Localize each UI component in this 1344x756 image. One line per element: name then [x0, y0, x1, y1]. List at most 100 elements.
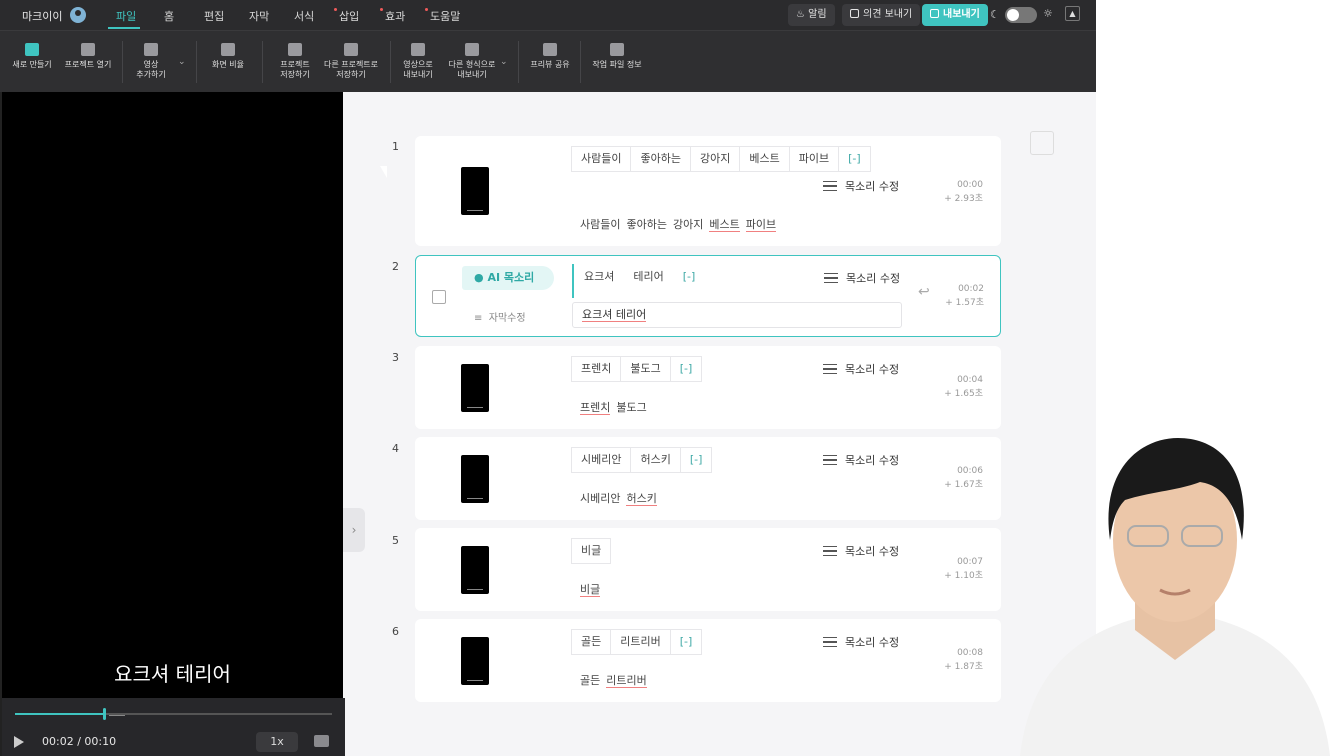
subtitle-word: 불도그	[616, 401, 647, 414]
word-chip[interactable]: 강아지	[689, 146, 741, 172]
scene-thumbnail[interactable]	[461, 546, 489, 594]
subtitle-text: 요크셔 테리어	[582, 308, 647, 322]
save-as-label: 다른 프로젝트로 저장하기	[323, 60, 379, 79]
word-chip[interactable]: 리트리버	[610, 629, 671, 655]
preview-subtitle: 요크셔 테리어	[114, 662, 231, 686]
preview-share-button[interactable]: 프리뷰 공유	[528, 43, 572, 70]
pause-chip[interactable]: [-]	[669, 629, 703, 655]
scene-thumbnail[interactable]	[461, 364, 489, 412]
word-chip[interactable]: 골든	[571, 629, 612, 655]
scene-timestamp: 00:02 + 1.57초	[936, 282, 984, 310]
subtitle-input[interactable]: 요크셔 테리어	[572, 302, 902, 328]
word-chip[interactable]: 시베리안	[571, 447, 632, 473]
voice-edit-button[interactable]: 목소리 수정	[823, 361, 899, 377]
scene-thumbnail[interactable]	[461, 637, 489, 685]
sliders-icon	[823, 364, 837, 374]
play-icon[interactable]	[14, 736, 24, 748]
caption-icon[interactable]	[314, 735, 329, 747]
ai-voice-label: AI 목소리	[487, 271, 535, 284]
voice-edit-button[interactable]: 목소리 수정	[824, 270, 900, 286]
scene-checkbox[interactable]	[432, 290, 446, 304]
save-as-button[interactable]: 다른 프로젝트로 저장하기	[320, 43, 382, 80]
menu-subtitle[interactable]: 자막	[249, 8, 269, 24]
speed-button[interactable]: 1x	[256, 732, 298, 752]
export-button[interactable]: 내보내기	[922, 4, 988, 26]
scene-card-active[interactable]: ● AI 목소리 ≡ 자막수정 요크셔 테리어 [-] 목소리 수정 ↩ 00:…	[415, 255, 1001, 337]
export-video-label: 영상으로 내보내기	[403, 60, 433, 79]
word-chip[interactable]: 좋아하는	[630, 146, 691, 172]
theme-toggle[interactable]	[1005, 7, 1037, 23]
presenter-webcam	[1020, 438, 1330, 756]
time-readout: 00:02 / 00:10	[42, 735, 117, 748]
subtitle-line[interactable]: 프렌치 불도그	[580, 399, 653, 415]
scene-card[interactable]: 골든 리트리버 [-] 목소리 수정 00:08 + 1.87초 골든 리트리버	[415, 619, 1001, 702]
word-chip[interactable]: 파이브	[788, 146, 840, 172]
menu-help[interactable]: 도움말	[430, 8, 460, 24]
export-other-button[interactable]: 다른 형식으로 내보내기	[445, 43, 499, 80]
scene-start: 00:00	[957, 180, 983, 190]
scene-duration: + 2.93초	[944, 194, 983, 204]
chevron-right-icon[interactable]: ›	[343, 508, 365, 552]
menu-insert[interactable]: 삽입	[339, 8, 359, 24]
open-project-button[interactable]: 프로젝트 열기	[63, 43, 113, 70]
voice-edit-button[interactable]: 목소리 수정	[823, 452, 899, 468]
progress-fill	[15, 713, 104, 715]
menu-format[interactable]: 서식	[294, 8, 314, 24]
scene-card[interactable]: 프렌치 불도그 [-] 목소리 수정 00:04 + 1.65초 프렌치 불도그	[415, 346, 1001, 429]
new-project-button[interactable]: 새로 만들기	[12, 43, 52, 70]
word-chip[interactable]: 허스키	[630, 447, 681, 473]
aspect-ratio-label: 화면 비율	[212, 60, 244, 69]
pause-chip[interactable]: [-]	[679, 447, 713, 473]
theme-toggle-knob	[1007, 9, 1019, 21]
subtitle-line[interactable]: 사람들이 좋아하는 강아지 베스트 파이브	[580, 216, 782, 232]
voice-edit-label: 목소리 수정	[845, 454, 900, 467]
ai-voice-badge[interactable]: ● AI 목소리	[462, 266, 554, 290]
menu-effect[interactable]: 효과	[385, 8, 405, 24]
word-chip[interactable]: 베스트	[739, 146, 790, 172]
alarm-button[interactable]: ♨ 알림	[788, 4, 835, 26]
collapse-toolbar-button[interactable]: ▲	[1065, 6, 1080, 21]
menu-edit[interactable]: 편집	[204, 8, 224, 24]
mouse-cursor	[380, 166, 387, 178]
subtitle-line[interactable]: 시베리안 허스키	[580, 490, 663, 506]
pause-chip[interactable]: [-]	[672, 264, 706, 290]
menu-file[interactable]: 파일	[116, 8, 136, 24]
word-chip[interactable]: 불도그	[620, 356, 671, 382]
chevron-down-icon[interactable]: ⌄	[178, 57, 186, 67]
pause-chip[interactable]: [-]	[669, 356, 703, 382]
edit-subtitle-button[interactable]: ≡ 자막수정	[474, 309, 526, 324]
word-chip[interactable]: 요크셔	[574, 264, 625, 290]
file-info-button[interactable]: 작업 파일 정보	[590, 43, 644, 70]
progress-thumb[interactable]	[102, 708, 125, 720]
word-chip[interactable]: 사람들이	[571, 146, 632, 172]
aspect-ratio-button[interactable]: 화면 비율	[208, 43, 248, 70]
subtitle-line[interactable]: 비글	[580, 581, 606, 597]
scene-card[interactable]: 비글 목소리 수정 00:07 + 1.10초 비글	[415, 528, 1001, 611]
word-chip[interactable]: 테리어	[623, 264, 674, 290]
menu-home[interactable]: 홈	[164, 8, 174, 24]
feedback-button[interactable]: 의견 보내기	[842, 4, 921, 26]
voice-edit-button[interactable]: 목소리 수정	[823, 634, 899, 650]
save-project-button[interactable]: 프로젝트 저장하기	[276, 43, 314, 80]
word-chip[interactable]: 비글	[571, 538, 612, 564]
progress-bar[interactable]	[15, 708, 332, 720]
voice-edit-button[interactable]: 목소리 수정	[823, 543, 899, 559]
subtitle-line[interactable]: 골든 리트리버	[580, 672, 653, 688]
toolbar-divider	[262, 41, 263, 83]
add-video-button[interactable]: 영상 추가하기	[133, 43, 169, 80]
voice-edit-label: 목소리 수정	[845, 180, 900, 193]
export-video-button[interactable]: 영상으로 내보내기	[398, 43, 438, 80]
pause-chip[interactable]: [-]	[838, 146, 871, 172]
scene-thumbnail[interactable]	[461, 455, 489, 503]
word-chip[interactable]: 프렌치	[571, 356, 622, 382]
scene-thumbnail[interactable]	[461, 167, 489, 215]
scene-number: 4	[392, 442, 399, 455]
word-chips: 시베리안 허스키 [-]	[571, 447, 713, 473]
scene-card[interactable]: 사람들이 좋아하는 강아지 베스트 파이브 [-] 목소리 수정 00:00 + …	[415, 136, 1001, 246]
chevron-down-icon[interactable]: ⌄	[500, 57, 508, 67]
scene-start: 00:08	[957, 648, 983, 658]
scene-card[interactable]: 시베리안 허스키 [-] 목소리 수정 00:06 + 1.67초 시베리안 허스키	[415, 437, 1001, 520]
export-icon	[930, 9, 939, 18]
voice-edit-button[interactable]: 목소리 수정	[823, 178, 899, 194]
user-avatar-icon[interactable]	[70, 7, 86, 23]
